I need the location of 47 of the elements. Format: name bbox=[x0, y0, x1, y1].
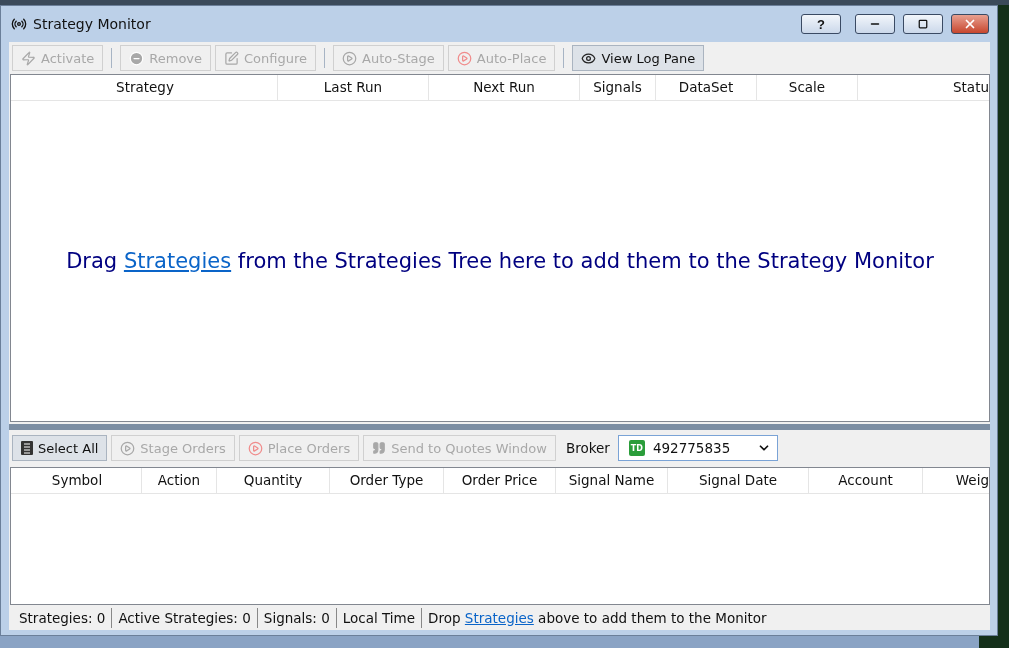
strategies-link[interactable]: Strategies bbox=[464, 609, 534, 626]
close-icon bbox=[963, 17, 977, 31]
toolbar-button[interactable]: Select All bbox=[12, 435, 108, 461]
status-item: Active Strategies: 0 bbox=[112, 607, 258, 628]
bolt-icon bbox=[21, 50, 36, 66]
minimize-button[interactable] bbox=[855, 14, 895, 34]
column-header[interactable]: Signals bbox=[580, 75, 656, 100]
column-header[interactable]: Signal Name bbox=[556, 468, 668, 493]
window-title: Strategy Monitor bbox=[33, 16, 152, 32]
quote-icon bbox=[372, 441, 387, 455]
column-header[interactable]: Order Type bbox=[330, 468, 444, 493]
maximize-button[interactable] bbox=[903, 14, 943, 34]
status-item: Signals: 0 bbox=[257, 607, 337, 628]
empty-message: Drag Strategies from the Strategies Tree here to add them to the Strategy Monitor bbox=[66, 249, 934, 273]
list-icon bbox=[21, 441, 33, 455]
broker-logo: TD bbox=[628, 440, 645, 456]
column-header[interactable]: Account bbox=[809, 468, 923, 493]
minus-circle-icon bbox=[129, 50, 145, 66]
column-header[interactable]: Symbol bbox=[13, 468, 142, 493]
status-item: Strategies: 0 bbox=[13, 607, 113, 628]
play-icon bbox=[456, 50, 472, 66]
column-header[interactable]: Signal Date bbox=[668, 468, 809, 493]
eye-icon bbox=[581, 50, 597, 66]
status-message: Drop Strategies above to add them to the Monitor bbox=[427, 609, 768, 626]
column-header[interactable]: Next Run bbox=[429, 75, 580, 100]
column-header[interactable]: Order Price bbox=[444, 468, 556, 493]
column-header[interactable]: Statu bbox=[858, 75, 989, 100]
toolbar-button[interactable]: View Log Pane bbox=[572, 45, 705, 71]
column-header[interactable]: Weig bbox=[923, 468, 989, 493]
edit-icon bbox=[224, 50, 240, 66]
play-icon bbox=[120, 440, 136, 456]
status-item: Local Time bbox=[336, 607, 423, 628]
column-header[interactable]: Action bbox=[142, 468, 217, 493]
strategies-link[interactable]: Strategies bbox=[123, 249, 232, 273]
column-header[interactable]: Scale bbox=[757, 75, 858, 100]
play-icon bbox=[247, 440, 263, 456]
play-icon bbox=[342, 50, 358, 66]
maximize-icon bbox=[918, 19, 928, 29]
column-header[interactable]: Quantity bbox=[217, 468, 330, 493]
broadcast-icon bbox=[11, 16, 27, 32]
broker-dropdown[interactable]: TD 492775835 bbox=[617, 435, 778, 461]
column-header[interactable]: Strategy bbox=[13, 75, 278, 100]
column-header[interactable]: DataSet bbox=[656, 75, 757, 100]
column-header[interactable]: Last Run bbox=[278, 75, 429, 100]
broker-label: Broker bbox=[565, 440, 610, 456]
close-button[interactable] bbox=[951, 14, 989, 34]
help-button[interactable]: ? bbox=[801, 14, 841, 34]
